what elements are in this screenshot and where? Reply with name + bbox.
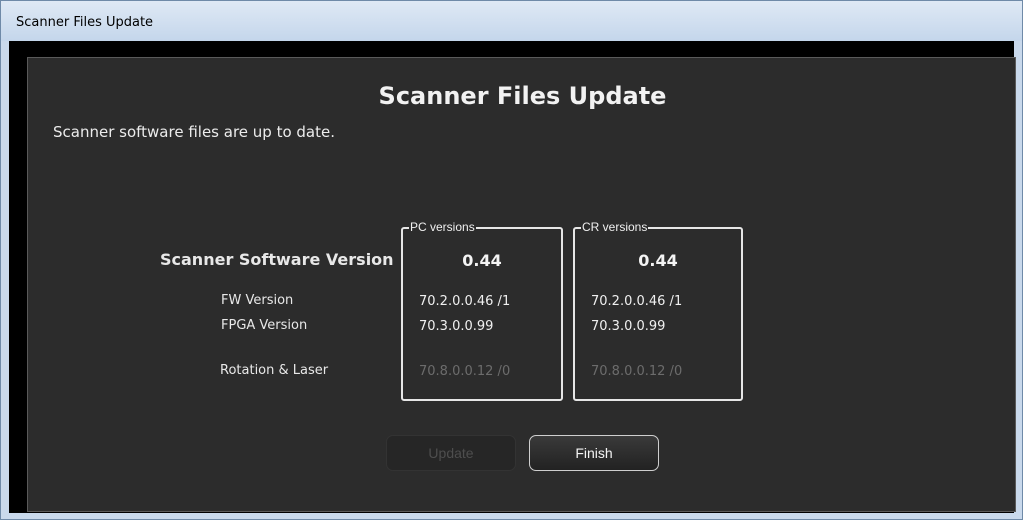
cr-fpga-version: 70.3.0.0.99 (591, 319, 666, 334)
dialog-title: Scanner Files Update (378, 82, 667, 110)
scanner-software-version-label: Scanner Software Version (160, 250, 394, 269)
fw-version-label: FW Version (221, 293, 294, 308)
cr-rotation-laser-version: 70.8.0.0.12 /0 (591, 364, 683, 379)
pc-fpga-version: 70.3.0.0.99 (419, 319, 494, 334)
finish-button[interactable]: Finish (529, 435, 659, 471)
status-message: Scanner software files are up to date. (53, 123, 335, 141)
pc-software-version: 0.44 (462, 251, 502, 270)
pc-versions-legend: PC versions (409, 220, 476, 234)
update-button[interactable]: Update (386, 435, 516, 471)
fpga-version-label: FPGA Version (221, 318, 308, 333)
cr-versions-legend: CR versions (581, 220, 649, 234)
pc-versions-box: PC versions 0.44 70.2.0.0.46 /1 70.3.0.0… (401, 220, 563, 401)
update-dialog: Scanner Files Update Scanner software fi… (27, 57, 1016, 512)
pc-rotation-laser-version: 70.8.0.0.12 /0 (419, 364, 511, 379)
window-title: Scanner Files Update (16, 15, 154, 30)
rotation-laser-label: Rotation & Laser (220, 363, 329, 378)
cr-fw-version: 70.2.0.0.46 /1 (591, 294, 683, 309)
pc-fw-version: 70.2.0.0.46 /1 (419, 294, 511, 309)
title-bar[interactable]: Scanner Files Update (1, 1, 1022, 41)
cr-software-version: 0.44 (638, 251, 678, 270)
cr-versions-box: CR versions 0.44 70.2.0.0.46 /1 70.3.0.0… (573, 220, 743, 401)
